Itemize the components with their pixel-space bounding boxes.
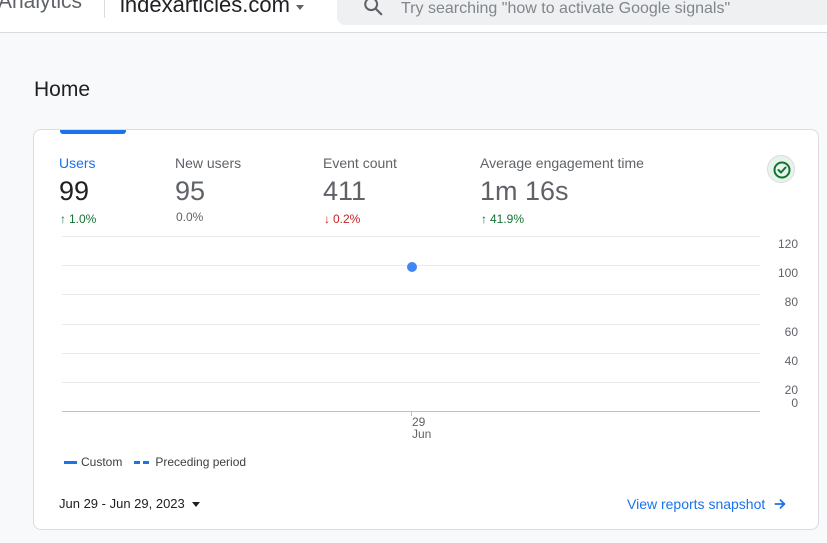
search-icon xyxy=(364,0,383,16)
metric-tab-new-users[interactable]: New users 95 0.0% xyxy=(175,130,305,230)
view-reports-snapshot-label: View reports snapshot xyxy=(627,496,766,512)
y-tick-label: 100 xyxy=(777,266,798,280)
legend-label: Preceding period xyxy=(155,455,247,469)
metric-tab-users[interactable]: Users 99 ↑ 1.0% xyxy=(59,130,169,230)
legend-label: Custom xyxy=(81,455,123,469)
view-reports-snapshot-link[interactable]: View reports snapshot xyxy=(627,496,787,512)
date-range-selector[interactable]: Jun 29 - Jun 29, 2023 xyxy=(59,496,200,511)
users-line-chart: 120 100 80 60 40 20 0 29 Jun xyxy=(62,235,802,445)
chevron-down-icon xyxy=(295,4,304,10)
header-divider xyxy=(104,0,105,18)
top-app-bar: Analytics indexarticles.com xyxy=(0,0,827,33)
search-input[interactable] xyxy=(401,0,821,21)
data-point[interactable] xyxy=(407,262,417,272)
metric-value: 95 xyxy=(175,176,206,206)
legend-swatch-dashed xyxy=(134,460,150,464)
metric-change-value: 0.2% xyxy=(333,212,361,226)
metric-label: Users xyxy=(59,155,96,171)
legend-item-preceding-period: Preceding period xyxy=(134,455,246,469)
gridline xyxy=(62,353,760,354)
metric-label: New users xyxy=(175,155,242,171)
property-selector[interactable]: indexarticles.com xyxy=(120,0,304,18)
metric-tab-event-count[interactable]: Event count 411 ↓ 0.2% xyxy=(323,130,463,230)
metric-change: ↓ 0.2% xyxy=(324,212,360,226)
chart-legend: Custom Preceding period xyxy=(64,455,258,469)
metric-label: Average engagement time xyxy=(480,155,644,171)
metric-change: 0.0% xyxy=(176,210,203,224)
arrow-down-icon: ↓ xyxy=(324,212,330,226)
legend-swatch-solid xyxy=(64,460,77,464)
metric-tab-average-engagement-time[interactable]: Average engagement time 1m 16s ↑ 41.9% xyxy=(480,130,680,230)
gridline xyxy=(62,382,760,383)
date-range-label: Jun 29 - Jun 29, 2023 xyxy=(59,496,185,511)
y-tick-label: 0 xyxy=(791,396,798,410)
metric-label: Event count xyxy=(323,155,397,171)
x-tick-label: 29 Jun xyxy=(412,415,432,441)
overview-card: Users 99 ↑ 1.0% New users 95 0.0% Event … xyxy=(33,129,819,530)
page-title: Home xyxy=(34,78,91,101)
gridline xyxy=(62,236,760,237)
metric-value: 1m 16s xyxy=(480,176,569,206)
arrow-up-icon: ↑ xyxy=(60,212,66,226)
metric-change-value: 0.0% xyxy=(176,210,204,224)
metric-value: 411 xyxy=(323,176,367,206)
gridline xyxy=(62,294,760,295)
property-name: indexarticles.com xyxy=(120,0,290,17)
y-tick-label: 40 xyxy=(784,354,798,368)
y-tick-label: 60 xyxy=(784,325,798,339)
check-circle-glyph xyxy=(773,161,791,179)
search-bar[interactable] xyxy=(337,0,827,25)
gridline xyxy=(62,324,760,325)
product-name: Analytics xyxy=(0,0,83,13)
chevron-down-icon xyxy=(191,502,200,507)
arrow-right-icon xyxy=(775,499,786,509)
metric-change-value: 41.9% xyxy=(490,212,525,226)
metric-change-value: 1.0% xyxy=(69,212,97,226)
arrow-up-icon: ↑ xyxy=(481,212,487,226)
metric-change: ↑ 41.9% xyxy=(481,212,524,226)
check-circle-icon[interactable] xyxy=(767,155,795,183)
legend-item-custom: Custom xyxy=(64,455,122,469)
y-tick-label: 120 xyxy=(777,237,798,251)
metric-value: 99 xyxy=(59,176,90,206)
metric-change: ↑ 1.0% xyxy=(60,212,96,226)
y-tick-label: 20 xyxy=(784,383,798,397)
y-tick-label: 80 xyxy=(784,295,798,309)
